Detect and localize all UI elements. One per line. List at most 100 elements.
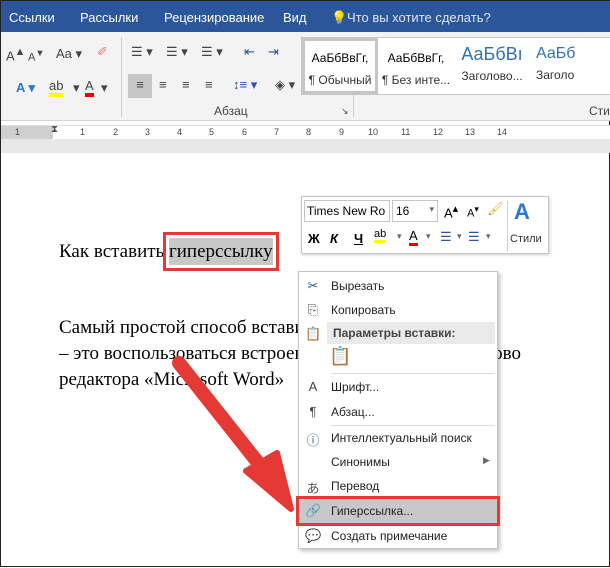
style-name: ¶ Обычный — [308, 73, 372, 87]
styles-icon[interactable]: A — [514, 199, 530, 225]
line-spacing-icon[interactable]: ↕≡ ▾ — [233, 77, 257, 93]
font-name-value: Times New Ro — [307, 204, 386, 218]
align-left-icon[interactable]: ≡ — [128, 74, 152, 98]
highlight-icon[interactable]: ab — [374, 228, 387, 243]
menu-item-synonyms[interactable]: Синонимы ▶ — [299, 450, 497, 474]
ruler-label: 10 — [368, 127, 379, 137]
menu-item-translate[interactable]: あ Перевод — [299, 474, 497, 498]
grow-font-icon[interactable]: A▴ — [444, 202, 458, 220]
ruler-label: 14 — [497, 127, 508, 137]
paragraph-icon: ¶ — [309, 404, 317, 419]
text-effects-icon[interactable]: A ▾ — [16, 80, 35, 96]
new-comment-icon: 💬 — [305, 528, 322, 543]
style-name: Заголо — [536, 68, 575, 82]
smart-lookup-icon: ⓘ — [306, 433, 320, 448]
tab-references[interactable]: Ссылки — [9, 10, 55, 25]
paragraph-dialog-launcher[interactable]: ↘ — [341, 106, 349, 117]
font-color-icon[interactable]: A — [409, 228, 418, 246]
shrink-font-icon[interactable]: A▼ — [28, 48, 44, 64]
menu-item-copy[interactable]: ⎘ Копировать — [299, 298, 497, 322]
numbering-dropdown[interactable]: ▾ — [486, 231, 491, 242]
decrease-indent-icon[interactable]: ⇤ — [244, 44, 255, 60]
menu-item-paragraph[interactable]: ¶ Абзац... — [299, 400, 497, 424]
menu-label: Абзац... — [331, 405, 375, 419]
style-preview: АаБбВвГг, — [311, 51, 369, 65]
shading-icon[interactable]: ◈ ▾ — [275, 77, 295, 93]
menu-item-hyperlink[interactable]: 🔗 Гиперссылка... — [296, 496, 500, 526]
paste-icon: 📋 — [305, 326, 322, 341]
font-name-input[interactable]: Times New Ro — [304, 200, 390, 222]
copy-icon: ⎘ — [307, 302, 319, 317]
ruler-label: 2 — [113, 127, 119, 137]
format-painter-icon[interactable]: 🖌 — [487, 201, 504, 217]
menu-label: Параметры вставки: — [327, 322, 495, 344]
bullets-icon[interactable]: ☰ ▾ — [131, 44, 153, 60]
styles-button[interactable]: Стили — [510, 233, 542, 245]
font-size-input[interactable]: 16 ▾ — [392, 200, 438, 222]
ruler-label: 12 — [433, 127, 444, 137]
menu-label: Вырезать — [331, 279, 385, 293]
menu-item-smart-lookup[interactable]: ⓘ Интеллектуальный поиск — [299, 426, 497, 450]
menu-label: Синонимы — [331, 455, 390, 469]
ruler-label: 5 — [209, 127, 215, 137]
tab-view[interactable]: Вид — [283, 10, 307, 25]
grow-font-icon[interactable]: A▲ — [6, 46, 25, 63]
numbering-icon[interactable]: ☰ ▾ — [166, 44, 188, 60]
style-preview: АаБбВвГг, — [387, 51, 445, 65]
tab-mailings[interactable]: Рассылки — [80, 10, 138, 25]
bullets-dropdown[interactable]: ▾ — [457, 231, 462, 242]
tab-review[interactable]: Рецензирование — [164, 10, 264, 25]
menu-label: Шрифт... — [331, 380, 380, 394]
bullets-icon[interactable]: ☰ — [440, 229, 452, 245]
font-icon: A — [308, 379, 318, 394]
justify-icon[interactable]: ≡ — [205, 77, 213, 92]
style-heading2[interactable]: АаБб Заголо — [530, 38, 606, 94]
font-color-dropdown[interactable]: ▾ — [426, 231, 431, 242]
ruler-label: 1 — [15, 127, 21, 137]
heading-text: Как вставить — [59, 241, 169, 262]
document-heading[interactable]: Как вставить гиперссылку — [59, 232, 279, 271]
font-color-icon[interactable]: A — [85, 78, 94, 97]
clear-format-icon[interactable]: ✐ — [97, 44, 108, 60]
paste-keep-text-icon[interactable]: 📋 — [329, 346, 351, 370]
menu-item-cut[interactable]: ✂ Вырезать — [299, 274, 497, 298]
menu-item-font[interactable]: A Шрифт... — [299, 375, 497, 399]
highlight-dropdown[interactable]: ▾ — [397, 231, 402, 242]
mini-toolbar: Times New Ro 16 ▾ A▴ A▾ 🖌 A Стили Ж К Ч a… — [301, 196, 549, 254]
style-name: Заголово... — [461, 69, 523, 83]
highlight-color-icon[interactable]: ab — [49, 78, 64, 97]
ruler-margin — [1, 139, 610, 153]
indent-marker-icon[interactable]: ⧗ — [51, 124, 58, 135]
font-color-dropdown[interactable]: ▾ — [101, 80, 108, 96]
italic-button[interactable]: К — [330, 231, 338, 246]
change-case-button[interactable]: Aa ▾ — [56, 46, 82, 62]
style-heading1[interactable]: АаБбВı Заголово... — [454, 38, 530, 94]
numbering-icon[interactable]: ☰ — [468, 229, 480, 245]
ruler[interactable]: ⧗ 1 1 2 3 4 5 6 7 8 9 10 11 12 13 14 — [1, 124, 610, 139]
font-size-value: 16 — [396, 204, 410, 218]
underline-button[interactable]: Ч — [354, 231, 363, 246]
ruler-label: 3 — [145, 127, 151, 137]
ruler-label: 9 — [339, 127, 345, 137]
scissors-icon: ✂ — [307, 278, 319, 293]
tell-me-search[interactable]: Что вы хотите сделать? — [347, 10, 491, 25]
menu-label: Гиперссылка... — [331, 504, 414, 518]
style-normal[interactable]: АаБбВвГг, ¶ Обычный — [302, 38, 378, 94]
context-menu: ✂ Вырезать ⎘ Копировать 📋 Параметры вставки… — [296, 271, 500, 549]
ribbon-tabs: Ссылки Рассылки Рецензирование Вид 💡 Что… — [1, 1, 610, 32]
menu-item-new-comment[interactable]: 💬 Создать примечание — [299, 524, 497, 548]
styles-gallery: АаБбВвГг, ¶ Обычный АаБбВвГг, ¶ Без инте..… — [301, 37, 610, 95]
bold-button[interactable]: Ж — [308, 231, 320, 246]
paragraph-group-label: Абзац — [214, 104, 248, 118]
highlight-dropdown[interactable]: ▾ — [73, 80, 80, 96]
multilevel-list-icon[interactable]: ☰ ▾ — [201, 44, 223, 60]
align-right-icon[interactable]: ≡ — [182, 77, 190, 92]
selected-text[interactable]: гиперссылку — [162, 232, 279, 271]
link-icon: 🔗 — [305, 503, 322, 518]
shrink-font-icon[interactable]: A▾ — [467, 204, 479, 220]
increase-indent-icon[interactable]: ⇥ — [268, 44, 279, 60]
translate-icon: あ — [306, 481, 320, 496]
align-center-icon[interactable]: ≡ — [159, 77, 167, 92]
style-no-spacing[interactable]: АаБбВвГг, ¶ Без инте... — [378, 38, 454, 94]
ribbon: A▲ A▼ Aa ▾ ✐ A ▾ ab ▾ A ▾ ☰ ▾ ☰ ▾ ☰ ▾ ⇤ … — [1, 32, 610, 121]
